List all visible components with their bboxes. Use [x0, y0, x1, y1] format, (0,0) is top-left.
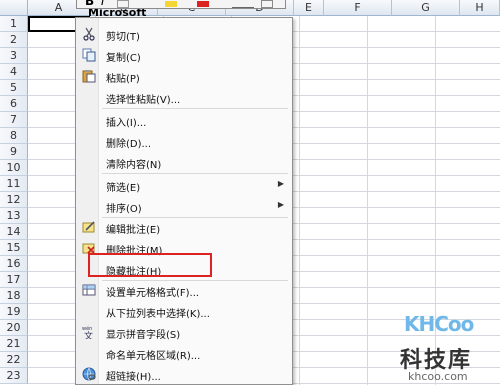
menu-label: 清除内容(N) [106, 160, 162, 171]
menu-item-paste-special[interactable]: 选择性粘贴(V)... [76, 87, 292, 107]
menu-label: 删除(D)... [106, 139, 152, 150]
fill-color-icon[interactable] [165, 1, 177, 7]
mini-toolbar: B I [76, 0, 286, 9]
menu-item-pick-from-list[interactable]: 从下拉列表中选择(K)... [76, 301, 292, 321]
phonetic-icon: wén 文 [82, 325, 96, 342]
bold-button[interactable]: B [85, 0, 94, 8]
row-header[interactable]: 2 [0, 32, 28, 48]
column-header-f[interactable]: F [324, 0, 392, 16]
row-header[interactable]: 5 [0, 80, 28, 96]
hyperlink-icon [82, 367, 96, 381]
watermark-logo: KHCoo 科技库 khcoo.com [392, 312, 500, 385]
menu-item-cut[interactable]: 剪切(T) [76, 24, 292, 44]
italic-button[interactable]: I [101, 0, 105, 8]
watermark-url: khcoo.com [408, 370, 468, 383]
submenu-arrow-icon: ▶ [277, 200, 284, 209]
row-header[interactable]: 3 [0, 48, 28, 64]
row-header[interactable]: 19 [0, 304, 28, 320]
menu-label: 剪切(T) [106, 32, 140, 43]
menu-label: 命名单元格区域(R)... [106, 351, 201, 362]
scissors-icon [82, 27, 96, 41]
menu-item-edit-comment[interactable]: 编辑批注(E) [76, 217, 292, 237]
menu-label: 选择性粘贴(V)... [106, 95, 181, 106]
menu-item-phonetic[interactable]: wén 文 显示拼音字段(S) [76, 322, 292, 342]
highlight-box [88, 253, 212, 277]
row-header[interactable]: 1 [0, 16, 28, 32]
column-header-g[interactable]: G [392, 0, 460, 16]
column-header-h[interactable]: H [460, 0, 500, 16]
row-header[interactable]: 18 [0, 288, 28, 304]
menu-item-insert[interactable]: 插入(I)... [76, 110, 292, 130]
row-header[interactable]: 14 [0, 224, 28, 240]
decimal-icon[interactable] [232, 1, 254, 8]
row-header[interactable]: 23 [0, 368, 28, 384]
menu-item-copy[interactable]: 复制(C) [76, 45, 292, 65]
row-header[interactable]: 20 [0, 320, 28, 336]
menu-item-define-name[interactable]: 命名单元格区域(R)... [76, 343, 292, 363]
menu-label: 插入(I)... [106, 118, 147, 129]
column-header-e[interactable]: E [294, 0, 324, 16]
menu-item-delete[interactable]: 删除(D)... [76, 131, 292, 151]
row-header[interactable]: 11 [0, 176, 28, 192]
borders-icon[interactable] [117, 0, 129, 8]
select-all-corner[interactable] [0, 0, 28, 16]
svg-text:wén: wén [82, 325, 92, 332]
row-header[interactable]: 7 [0, 112, 28, 128]
format-painter-icon[interactable] [261, 0, 273, 8]
format-cells-icon [82, 283, 96, 297]
watermark-brand: KHCoo [404, 312, 474, 336]
menu-label: 编辑批注(E) [106, 225, 161, 236]
row-header[interactable]: 10 [0, 160, 28, 176]
row-header[interactable]: 22 [0, 352, 28, 368]
menu-label: 粘贴(P) [106, 74, 140, 85]
row-header[interactable]: 4 [0, 64, 28, 80]
menu-label: 显示拼音字段(S) [106, 330, 181, 341]
row-header[interactable]: 12 [0, 192, 28, 208]
menu-item-hyperlink[interactable]: 超链接(H)... [76, 364, 292, 384]
submenu-arrow-icon: ▶ [277, 179, 284, 188]
row-header[interactable]: 13 [0, 208, 28, 224]
row-header[interactable]: 21 [0, 336, 28, 352]
menu-label: 从下拉列表中选择(K)... [106, 309, 210, 320]
row-header[interactable]: 6 [0, 96, 28, 112]
menu-item-filter[interactable]: 筛选(E) ▶ [76, 175, 292, 195]
paste-icon [82, 69, 96, 83]
menu-item-paste[interactable]: 粘贴(P) [76, 66, 292, 86]
menu-label: 筛选(E) [106, 183, 141, 194]
edit-comment-icon [82, 220, 96, 234]
row-header[interactable]: 8 [0, 128, 28, 144]
menu-separator [102, 173, 288, 174]
menu-separator [102, 108, 288, 109]
menu-label: 超链接(H)... [106, 372, 161, 383]
svg-text:文: 文 [84, 330, 93, 339]
row-header[interactable]: 16 [0, 256, 28, 272]
menu-label: 设置单元格格式(F)... [106, 288, 200, 299]
menu-label: 复制(C) [106, 53, 141, 64]
menu-item-clear-contents[interactable]: 清除内容(N) [76, 152, 292, 172]
menu-item-format-cells[interactable]: 设置单元格格式(F)... [76, 280, 292, 300]
menu-label: 排序(O) [106, 204, 142, 215]
row-header[interactable]: 9 [0, 144, 28, 160]
copy-icon [82, 48, 96, 62]
context-menu: 剪切(T) 复制(C) 粘贴(P) 选择性粘贴(V)... 插入(I)... 删… [75, 17, 293, 385]
row-header[interactable]: 15 [0, 240, 28, 256]
row-header[interactable]: 17 [0, 272, 28, 288]
font-color-icon[interactable] [197, 1, 209, 7]
active-cell-text: Microsoft [88, 9, 147, 17]
menu-item-sort[interactable]: 排序(O) ▶ [76, 196, 292, 216]
